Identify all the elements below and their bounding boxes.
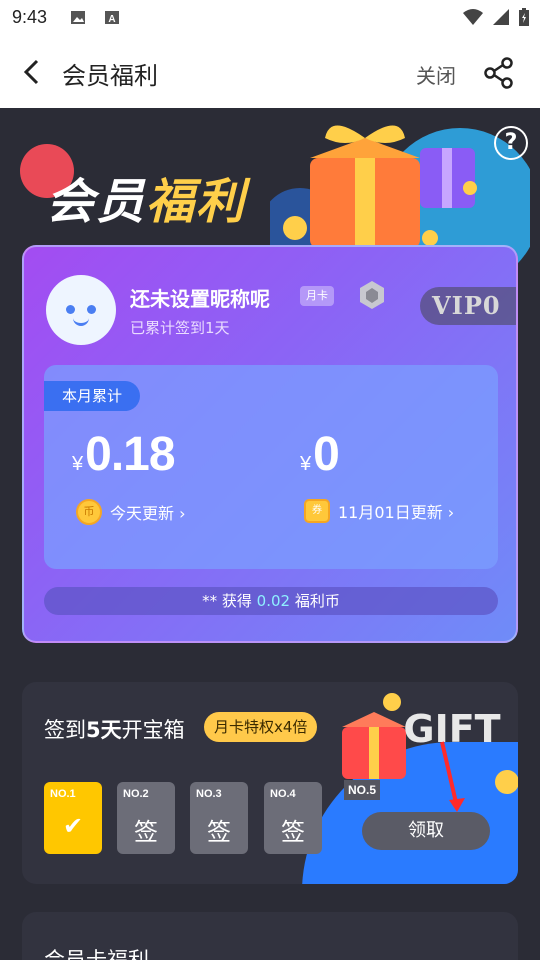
month-total-tag: 本月累计 [44,381,141,411]
treasure-chest-illustration: GIFT [342,693,518,812]
signal-icon [493,9,509,25]
day-number: NO.4 [270,788,296,800]
currency-symbol: ¥ [72,453,84,475]
member-card-benefits-section: 会员卡福利 [22,912,518,960]
reward-suffix: 福利币 [294,592,340,610]
coin-icon: 币 [76,499,102,525]
avatar[interactable] [46,275,116,345]
signin-title-suffix: 开宝箱 [121,718,185,742]
hero-title-gold: 福利 [146,174,247,230]
status-time: 9:43 [12,7,48,27]
voucher-amount-value: 0 [313,428,340,481]
day-number: NO.3 [196,788,222,800]
checkmark-icon: ✔ [62,812,84,840]
signin-title-prefix: 签到 [44,718,86,742]
svg-text:GIFT: GIFT [403,707,500,751]
member-card: 还未设置昵称呢 月卡 已累计签到1天 VIP0 本月累计 ¥0.18 ¥0 币 … [22,245,518,643]
coin-amount: ¥0.18 [72,427,176,482]
reward-info-bar: ** 获得 0.02 福利币 [44,587,498,615]
close-button[interactable]: 关闭 [416,60,456,89]
svg-text:A: A [108,14,115,25]
monthly-stats-box: 本月累计 ¥0.18 ¥0 币 今天更新 › 券 11月01日更新 › [44,365,498,569]
signin-day-2[interactable]: NO.2 签 [117,782,175,854]
status-icons [462,7,530,27]
wifi-icon [463,9,483,25]
hero-title: 会员福利 [46,162,246,232]
voucher-amount: ¥0 [300,427,340,482]
page-title: 会员福利 [62,62,158,90]
hero-banner: 会员福利 ? [0,108,540,268]
signin-day-3[interactable]: NO.3 签 [190,782,248,854]
signin-card: GIFT 签到5天开宝箱 月卡特权x4倍 NO.1 ✔ NO.2 签 NO.3 签 N… [22,682,518,884]
day-number: NO.2 [123,788,149,800]
reward-prefix: ** 获得 [202,592,252,610]
monthly-card-badge: 月卡 [300,286,334,306]
day-number: NO.1 [50,788,76,800]
sign-label: 签 [281,818,305,846]
nickname: 还未设置昵称呢 [130,287,270,311]
day-5-label: NO.5 [344,780,381,800]
voucher-update-link[interactable]: 券 11月01日更新 › [304,499,454,523]
nav-bar: 会员福利 关闭 [0,36,540,108]
section-title: 会员卡福利 [44,948,149,960]
sign-label: 签 [207,818,231,846]
level-shield-icon [360,281,384,309]
checkin-total-text: 已累计签到1天 [130,319,230,337]
currency-symbol: ¥ [300,453,312,475]
signin-day-4[interactable]: NO.4 签 [264,782,322,854]
avatar-eye-left [66,305,75,314]
battery-icon [519,8,529,26]
voucher-update-label: 11月01日更新 › [338,503,455,522]
back-arrow-icon[interactable] [16,56,48,88]
coin-update-label: 今天更新 › [110,504,186,523]
coin-update-link[interactable]: 币 今天更新 › [76,499,186,525]
signin-title: 签到5天开宝箱 [44,714,185,744]
font-icon: A [105,11,119,25]
help-button[interactable]: ? [494,126,528,160]
avatar-mouth [73,318,89,326]
image-icon [71,11,85,24]
sign-label: 签 [134,818,158,846]
claim-button[interactable]: 领取 [362,812,490,850]
privilege-tag: 月卡特权x4倍 [204,712,318,742]
hero-title-white: 会员 [46,174,147,230]
coin-amount-value: 0.18 [85,428,175,481]
reward-amount: 0.02 [256,592,291,610]
signin-day-1[interactable]: NO.1 ✔ [44,782,102,854]
status-bar: 9:43 A [0,0,540,36]
share-icon[interactable] [482,56,516,90]
signin-title-days: 5天 [86,718,122,742]
avatar-eye-right [87,305,96,314]
vip-level-badge: VIP0 [420,287,516,325]
voucher-icon: 券 [304,499,330,523]
